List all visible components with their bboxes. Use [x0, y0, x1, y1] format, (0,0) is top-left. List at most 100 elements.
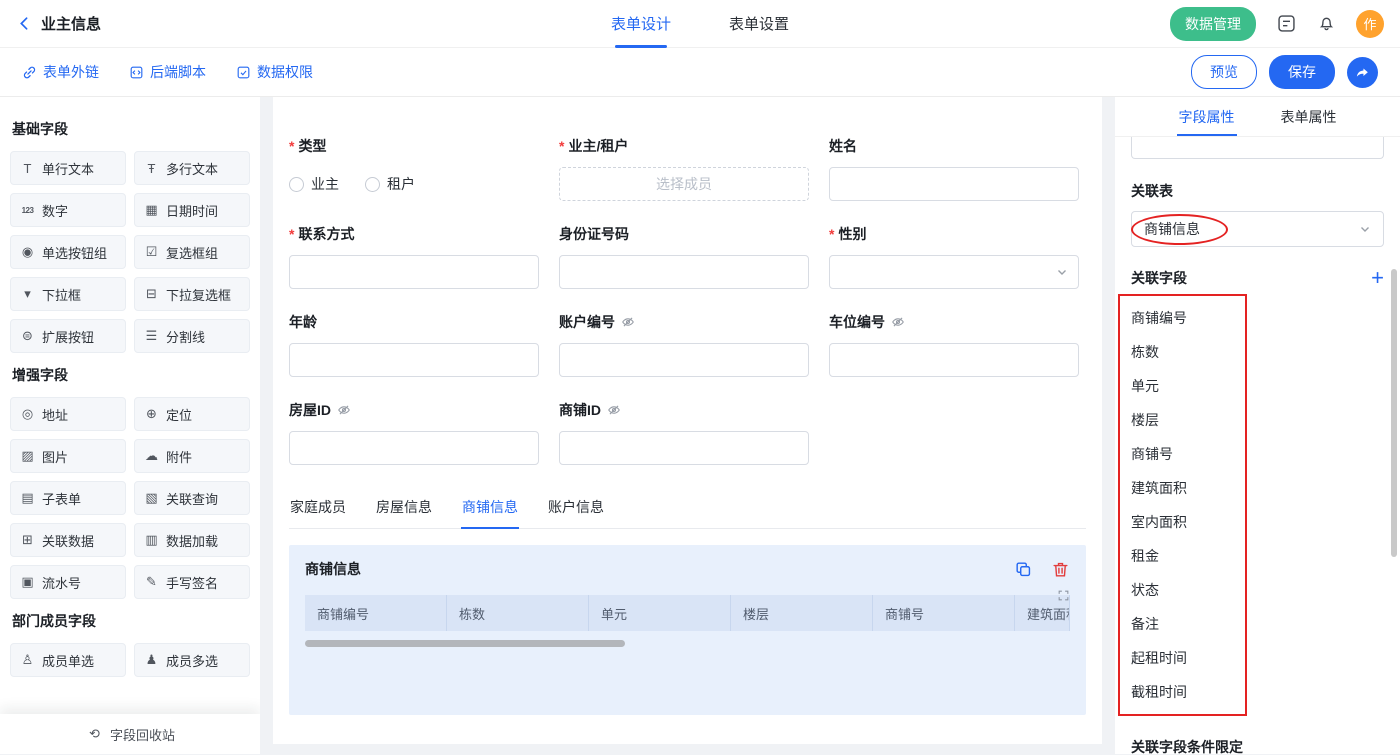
- chevron-left-icon: [16, 15, 33, 32]
- age-input[interactable]: [289, 343, 539, 377]
- copy-subform-button[interactable]: [1014, 560, 1033, 579]
- form-canvas: *类型 业主 租户 *业主/租户 选择成员 姓名 *联系方式: [273, 97, 1102, 744]
- house-id-input[interactable]: [289, 431, 539, 465]
- gender-select[interactable]: [829, 255, 1079, 289]
- palette-item-attachment[interactable]: ☁附件: [134, 439, 250, 473]
- fullscreen-button[interactable]: [1057, 589, 1070, 602]
- palette-item-radio-group[interactable]: ◉单选按钮组: [10, 235, 126, 269]
- id-number-input[interactable]: [559, 255, 809, 289]
- condition-label: 关联字段条件限定: [1131, 737, 1384, 755]
- palette-item-number[interactable]: 123数字: [10, 193, 126, 227]
- related-field-item[interactable]: 租金: [1131, 539, 1384, 573]
- palette-item-serial-number[interactable]: ▣流水号: [10, 565, 126, 599]
- name-input[interactable]: [829, 167, 1079, 201]
- tab-account-info[interactable]: 账户信息: [547, 491, 605, 528]
- field-contact[interactable]: *联系方式: [289, 225, 539, 289]
- changelog-icon[interactable]: [1276, 13, 1297, 34]
- required-mark: *: [289, 226, 294, 242]
- share-icon: [1355, 65, 1370, 80]
- palette-item-dropdown[interactable]: ▾下拉框: [10, 277, 126, 311]
- related-field-item[interactable]: 室内面积: [1131, 505, 1384, 539]
- tab-form-settings[interactable]: 表单设置: [729, 0, 789, 48]
- palette-item-address[interactable]: ◎地址: [10, 397, 126, 431]
- related-field-item[interactable]: 单元: [1131, 369, 1384, 403]
- related-field-item[interactable]: 商铺号: [1131, 437, 1384, 471]
- field-house-id[interactable]: 房屋ID: [289, 401, 539, 465]
- palette-item-datetime[interactable]: ▦日期时间: [134, 193, 250, 227]
- preview-button[interactable]: 预览: [1191, 55, 1257, 89]
- palette-item-related-query[interactable]: ▧关联查询: [134, 481, 250, 515]
- contact-input[interactable]: [289, 255, 539, 289]
- field-type[interactable]: *类型 业主 租户: [289, 137, 539, 201]
- palette-item-related-data[interactable]: ⊞关联数据: [10, 523, 126, 557]
- field-parking-no[interactable]: 车位编号: [829, 313, 1079, 377]
- address-icon: ◎: [18, 406, 37, 422]
- panel-tab-field-props[interactable]: 字段属性: [1179, 97, 1235, 136]
- field-account-no[interactable]: 账户编号: [559, 313, 809, 377]
- avatar[interactable]: 作: [1356, 10, 1384, 38]
- palette-item-label: 附件: [166, 447, 192, 466]
- palette-item-label: 图片: [42, 447, 68, 466]
- palette-item-member-single[interactable]: ♙成员单选: [10, 643, 126, 677]
- field-owner-tenant[interactable]: *业主/租户 选择成员: [559, 137, 809, 201]
- account-no-input[interactable]: [559, 343, 809, 377]
- parking-no-input[interactable]: [829, 343, 1079, 377]
- radio-option-owner[interactable]: 业主: [289, 174, 339, 194]
- field-name[interactable]: 姓名: [829, 137, 1079, 201]
- related-field-item[interactable]: 状态: [1131, 573, 1384, 607]
- palette-item-image[interactable]: ▨图片: [10, 439, 126, 473]
- panel-scrollbar[interactable]: [1391, 269, 1397, 557]
- palette-item-extend-button[interactable]: ⊜扩展按钮: [10, 319, 126, 353]
- related-field-item[interactable]: 楼层: [1131, 403, 1384, 437]
- palette-item-signature[interactable]: ✎手写签名: [134, 565, 250, 599]
- related-table-label: 关联表: [1131, 181, 1384, 201]
- radio-label: 租户: [387, 174, 415, 194]
- form-external-link-button[interactable]: 表单外链: [22, 62, 99, 82]
- tab-shop-info[interactable]: 商铺信息: [461, 491, 519, 528]
- save-button[interactable]: 保存: [1269, 55, 1335, 89]
- field-label: 联系方式: [298, 224, 354, 244]
- data-permission-button[interactable]: 数据权限: [236, 62, 313, 82]
- data-manage-button[interactable]: 数据管理: [1170, 7, 1256, 41]
- palette-item-subform[interactable]: ▤子表单: [10, 481, 126, 515]
- palette-item-checkbox-group[interactable]: ☑复选框组: [134, 235, 250, 269]
- palette-item-single-line-text[interactable]: T单行文本: [10, 151, 126, 185]
- subtable-hscrollbar[interactable]: [305, 640, 625, 647]
- field-age[interactable]: 年龄: [289, 313, 539, 377]
- shop-id-input[interactable]: [559, 431, 809, 465]
- backend-script-button[interactable]: 后端脚本: [129, 62, 206, 82]
- subtable-panel[interactable]: 商铺信息 商铺编号 栋数 单元 楼层 商铺号 建筑面积: [289, 545, 1086, 715]
- related-field-item[interactable]: 建筑面积: [1131, 471, 1384, 505]
- palette-item-multi-line-text[interactable]: Ŧ多行文本: [134, 151, 250, 185]
- field-shop-id[interactable]: 商铺ID: [559, 401, 809, 465]
- tab-form-design[interactable]: 表单设计: [611, 0, 671, 48]
- related-field-item[interactable]: 栋数: [1131, 335, 1384, 369]
- tab-family-members[interactable]: 家庭成员: [289, 491, 347, 528]
- related-field-item[interactable]: 起租时间: [1131, 641, 1384, 675]
- panel-partial-input[interactable]: [1131, 137, 1384, 159]
- palette-item-dropdown-multi[interactable]: ⊟下拉复选框: [134, 277, 250, 311]
- delete-subform-button[interactable]: [1051, 560, 1070, 579]
- bell-icon[interactable]: [1317, 14, 1336, 33]
- palette-item-member-multi[interactable]: ♟成员多选: [134, 643, 250, 677]
- related-table-select[interactable]: 商铺信息: [1131, 211, 1384, 247]
- field-gender[interactable]: *性别: [829, 225, 1079, 289]
- panel-tab-form-props[interactable]: 表单属性: [1281, 97, 1337, 136]
- back-button[interactable]: [16, 15, 33, 32]
- radio-option-tenant[interactable]: 租户: [365, 174, 415, 194]
- tab-house-info[interactable]: 房屋信息: [375, 491, 433, 528]
- field-recycle-bin[interactable]: ⟲字段回收站: [0, 714, 260, 754]
- related-field-item[interactable]: 商铺编号: [1131, 301, 1384, 335]
- palette-item-label: 子表单: [42, 489, 81, 508]
- member-picker-input[interactable]: 选择成员: [559, 167, 809, 201]
- related-field-item[interactable]: 截租时间: [1131, 675, 1384, 709]
- palette-item-label: 流水号: [42, 573, 81, 592]
- field-id-number[interactable]: 身份证号码: [559, 225, 809, 289]
- related-field-item[interactable]: 备注: [1131, 607, 1384, 641]
- palette-item-label: 关联数据: [42, 531, 94, 550]
- palette-item-divider[interactable]: ☰分割线: [134, 319, 250, 353]
- share-button[interactable]: [1347, 57, 1378, 88]
- palette-item-location[interactable]: ⊕定位: [134, 397, 250, 431]
- palette-item-data-load[interactable]: ▥数据加载: [134, 523, 250, 557]
- add-related-field-button[interactable]: +: [1371, 267, 1384, 289]
